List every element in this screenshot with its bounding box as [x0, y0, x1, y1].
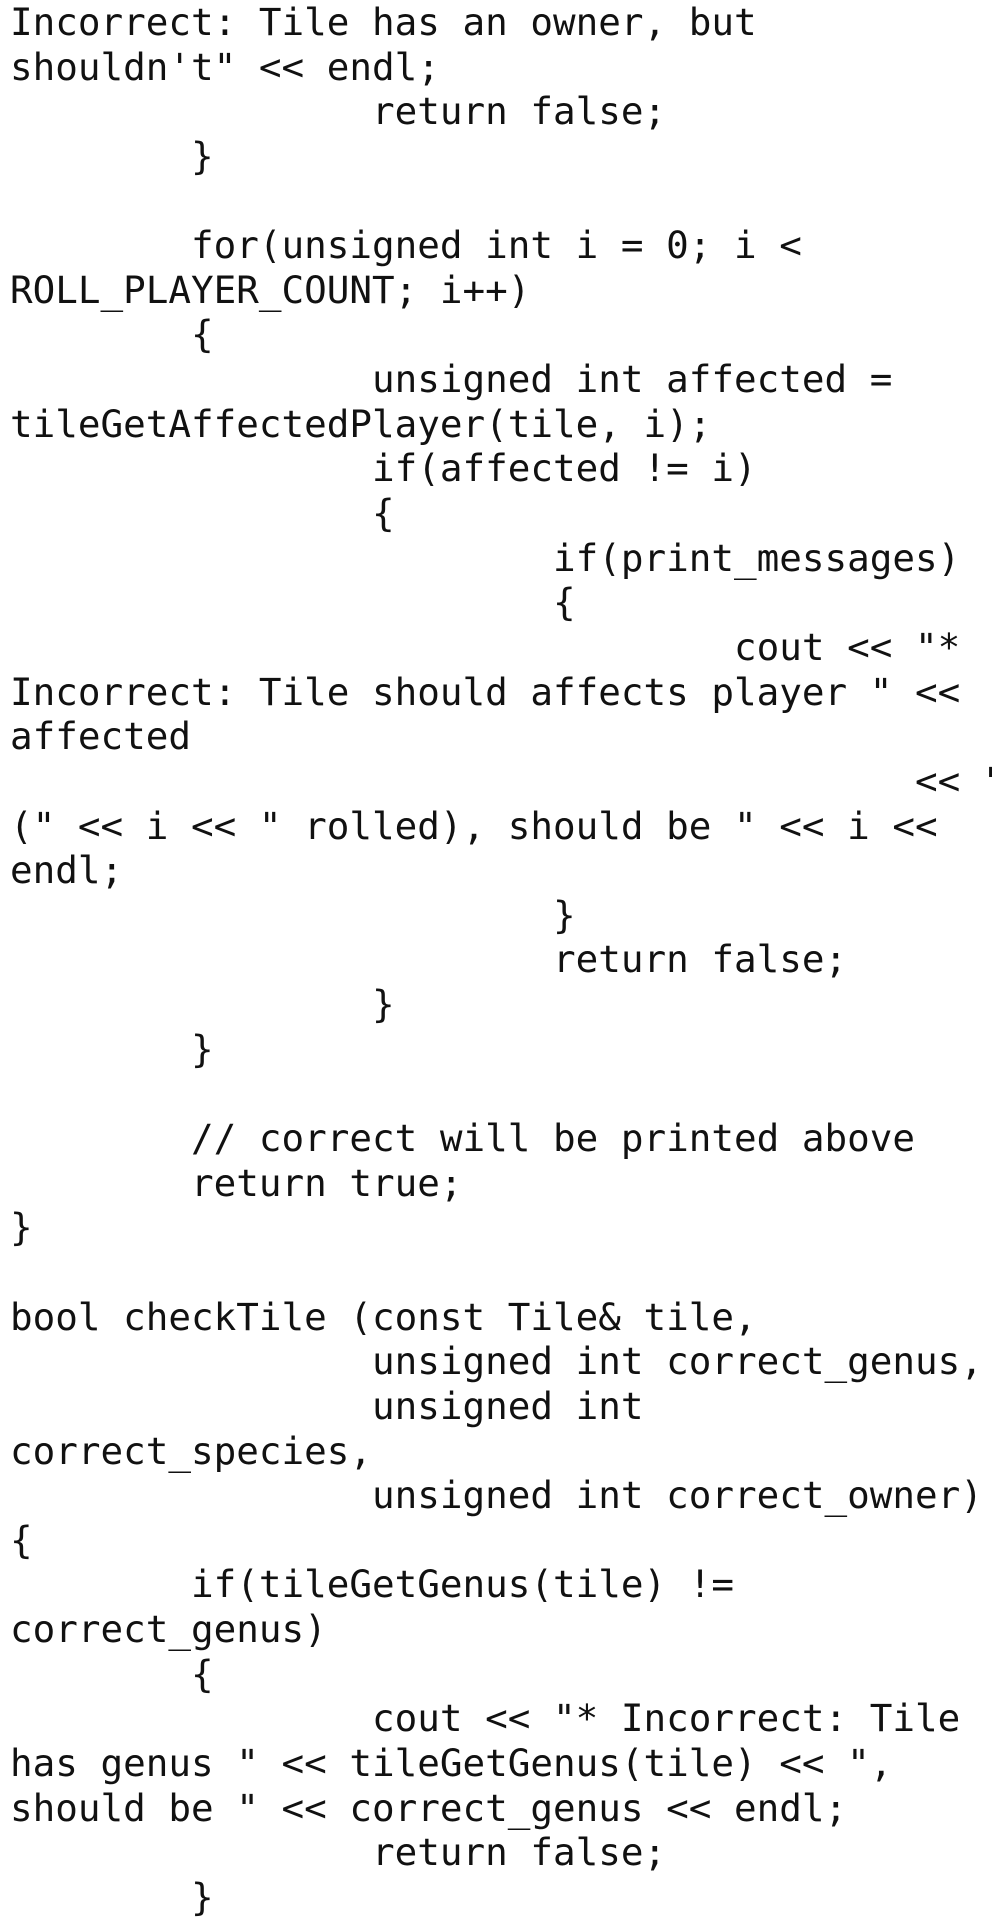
code-line: ROLL_PLAYER_COUNT; i++)	[10, 267, 531, 312]
code-line: if(affected != i)	[10, 446, 757, 491]
code-line: {	[10, 1517, 33, 1562]
code-line: return true;	[10, 1160, 463, 1205]
code-line: }	[10, 1026, 214, 1071]
code-line: return false;	[10, 1830, 667, 1875]
code-line: unsigned int	[10, 1383, 644, 1428]
code-line: return false;	[10, 89, 667, 134]
code-line: cout << "* Incorrect: Tile	[10, 1696, 961, 1741]
code-view: Incorrect: Tile has an owner, but shouldn…	[10, 0, 992, 1920]
code-line: (" << i << " rolled), should be " << i <…	[10, 803, 938, 848]
code-line: Incorrect: Tile has an owner, but	[10, 0, 757, 44]
code-line: if(print_messages)	[10, 535, 961, 580]
code-line: has genus " << tileGetGenus(tile) << ",	[10, 1740, 893, 1785]
code-line: cout << "*	[10, 624, 961, 669]
code-line: {	[10, 312, 214, 357]
code-line: if(tileGetGenus(tile) !=	[10, 1562, 734, 1607]
code-line: << "	[10, 758, 992, 803]
code-line: Incorrect: Tile should affects player " …	[10, 669, 961, 714]
code-line: }	[10, 133, 214, 178]
code-line: }	[10, 982, 395, 1027]
code-line: {	[10, 1651, 214, 1696]
code-line: should be " << correct_genus << endl;	[10, 1785, 848, 1830]
code-line: correct_species,	[10, 1428, 372, 1473]
code-line: for(unsigned int i = 0; i <	[10, 223, 802, 268]
code-line: }	[10, 892, 576, 937]
code-line: {	[10, 491, 395, 536]
code-line: tileGetAffectedPlayer(tile, i);	[10, 401, 712, 446]
code-line: correct_genus)	[10, 1607, 327, 1652]
code-line: // correct will be printed above	[10, 1116, 915, 1161]
code-line: unsigned int affected =	[10, 357, 893, 402]
code-line: affected	[10, 714, 191, 759]
code-line: unsigned int correct_owner)	[10, 1473, 983, 1518]
code-line: return false;	[10, 937, 848, 982]
code-line: unsigned int correct_genus,	[10, 1339, 983, 1384]
code-line: bool checkTile (const Tile& tile,	[10, 1294, 757, 1339]
code-line: shouldn't" << endl;	[10, 44, 440, 89]
code-line: {	[10, 580, 576, 625]
code-line: endl;	[10, 848, 124, 893]
code-line: }	[10, 1205, 33, 1250]
code-line: }	[10, 1874, 214, 1919]
